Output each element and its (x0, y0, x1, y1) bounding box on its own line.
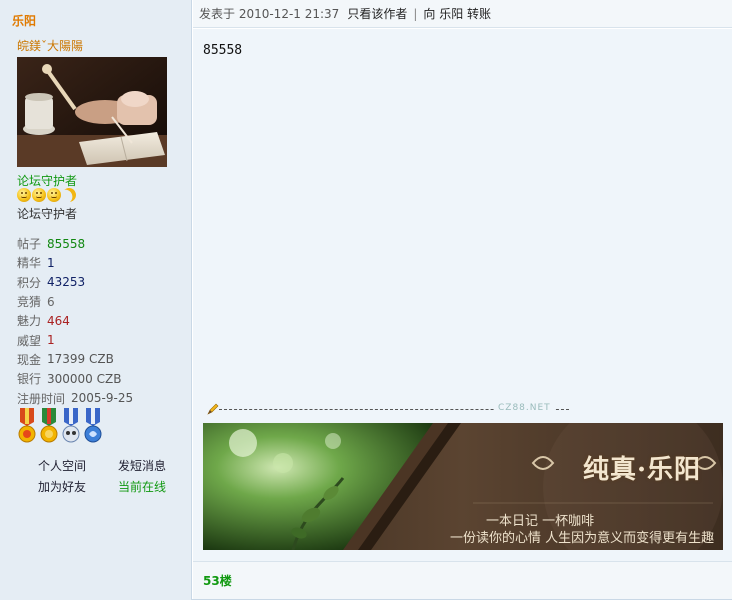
stat-label: 银行 (17, 372, 42, 387)
author-nickname: 皖鎂ˇ大陽陽 (17, 39, 84, 53)
stat-guess: 竞猜 6 (17, 292, 133, 311)
gold-medal-icon[interactable] (39, 408, 59, 444)
transfer-link[interactable]: 向 乐阳 转账 (423, 5, 491, 22)
stat-label: 帖子 (17, 237, 42, 252)
stat-value: 1 (47, 333, 55, 348)
smiley-sun-icon (47, 188, 61, 202)
stat-charm: 魅力 464 (17, 311, 133, 330)
author-actions: 个人空间 发短消息 加为好友 当前在线 (38, 457, 188, 495)
author-name[interactable]: 乐阳 (12, 12, 36, 29)
rank-title: 论坛守护者 (17, 174, 78, 188)
stat-value: 17399 CZB (47, 352, 114, 367)
personal-space-link[interactable]: 个人空间 (38, 457, 118, 474)
stat-value: 2005-9-25 (71, 391, 134, 406)
banner-line-2: 一份读你的心情 人生因为意义而变得更有生趣 (450, 531, 715, 546)
stat-label: 竞猜 (17, 295, 42, 310)
stat-value: 85558 (47, 236, 86, 251)
signature-banner: 纯真·乐阳 一本日记 一杯咖啡 一份读你的心情 人生因为意义而变得更有生趣 (203, 423, 723, 550)
stat-label: 积分 (17, 275, 42, 290)
stat-posts: 帖子 85558 (17, 234, 133, 253)
stat-label: 魅力 (17, 314, 42, 329)
signature-divider: CZ88.NET (207, 403, 569, 415)
stat-value: 43253 (47, 275, 86, 290)
watermark-text: CZ88.NET (495, 403, 554, 413)
stat-value: 464 (47, 313, 70, 328)
moon-icon (60, 186, 79, 205)
author-stats: 帖子 85558 精华 1 积分 43253 竞猜 6 魅力 464 威望 1 (17, 234, 133, 408)
smiley-sun-icon (17, 188, 31, 202)
avatar[interactable] (17, 57, 167, 167)
user-group: 论坛守护者 (17, 207, 78, 221)
send-message-link[interactable]: 发短消息 (118, 457, 188, 474)
banner-title: 纯真·乐阳 (582, 455, 701, 485)
stat-label: 威望 (17, 333, 42, 348)
stat-digest: 精华 1 (17, 253, 133, 272)
blue-medal-icon[interactable] (61, 408, 81, 444)
stat-value: 300000 CZB (47, 371, 122, 386)
stat-prestige: 威望 1 (17, 330, 133, 349)
floor-number[interactable]: 53楼 (203, 572, 232, 589)
stat-label: 精华 (17, 256, 42, 271)
post-footer: 53楼 (193, 561, 732, 599)
stat-register-date: 注册时间 2005-9-25 (17, 388, 133, 407)
post-time: 发表于 2010-12-1 21:37 (199, 7, 340, 21)
post-content: 85558 CZ88.NET 纯真·乐阳 一本日记 一杯咖啡 一份读你的心情 人… (193, 29, 732, 561)
add-friend-link[interactable]: 加为好友 (38, 478, 118, 495)
author-sidebar: 乐阳 皖鎂ˇ大陽陽 论坛守护者 论坛守护者 帖子 85558 精华 1 积分 4… (0, 0, 192, 600)
stat-credits: 积分 43253 (17, 273, 133, 292)
stat-bank: 银行 300000 CZB (17, 369, 133, 388)
post-body: 85558 (203, 43, 243, 58)
medals (17, 408, 103, 444)
blue-medal-icon[interactable] (83, 408, 103, 444)
post-meta-bar: 发表于 2010-12-1 21:37 只看该作者 | 向 乐阳 转账 (193, 0, 732, 28)
gold-medal-icon[interactable] (17, 408, 37, 444)
online-status: 当前在线 (118, 480, 167, 494)
stat-label: 现金 (17, 352, 42, 367)
smiley-sun-icon (32, 188, 46, 202)
meta-separator: | (413, 6, 418, 21)
rank-stars (17, 188, 76, 202)
stat-label: 注册时间 (17, 391, 66, 406)
stat-cash: 现金 17399 CZB (17, 350, 133, 369)
stat-value: 1 (47, 255, 55, 270)
pencil-icon (207, 403, 219, 415)
stat-value: 6 (47, 294, 55, 309)
post-container: 乐阳 皖鎂ˇ大陽陽 论坛守护者 论坛守护者 帖子 85558 精华 1 积分 4… (0, 0, 732, 600)
only-author-link[interactable]: 只看该作者 (347, 5, 407, 22)
